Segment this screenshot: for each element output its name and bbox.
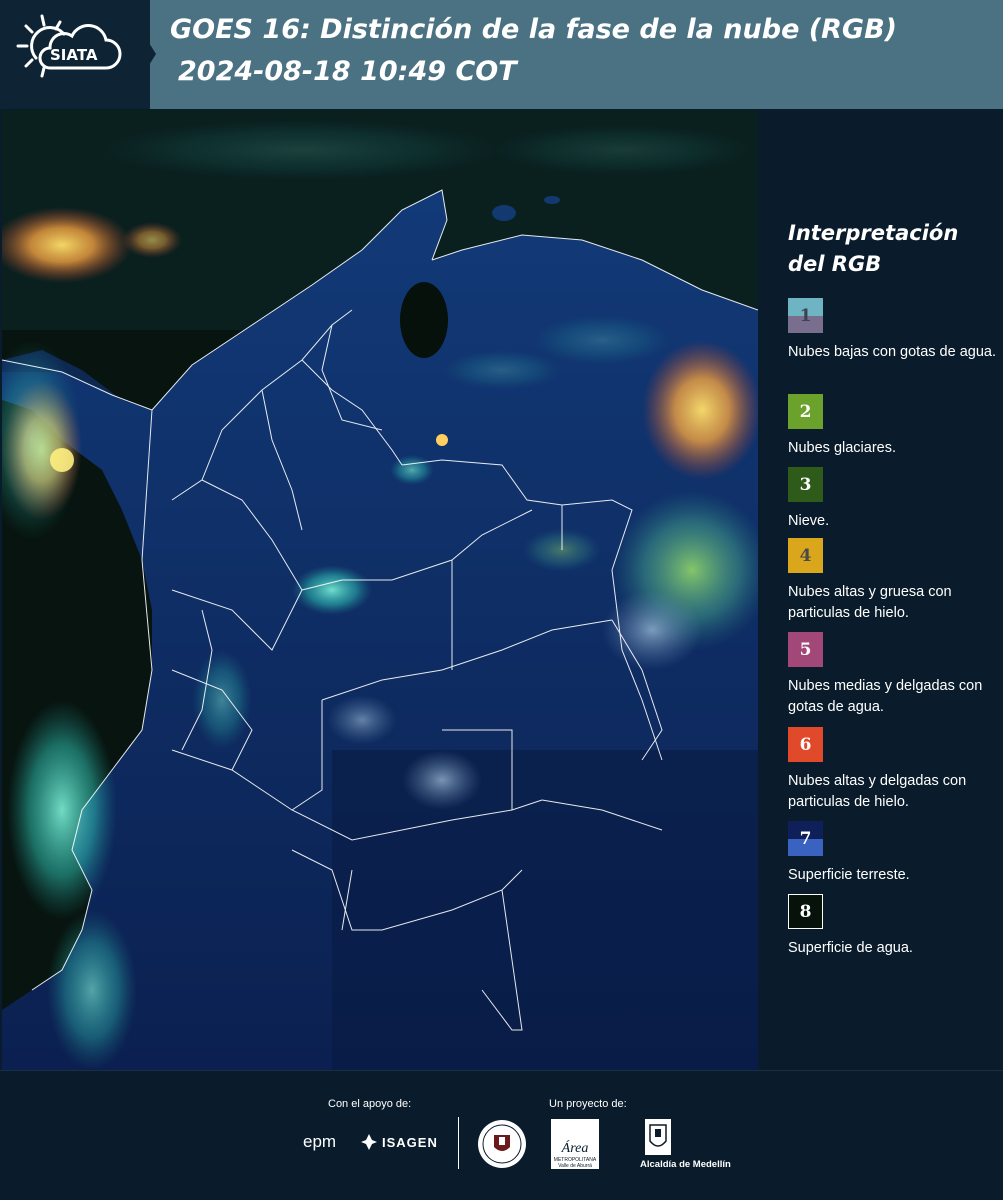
- header-bar: SIATA GOES 16: Distinción de la fase de …: [0, 0, 1003, 109]
- legend-item-6: 6 Nubes altas y delgadas con particulas …: [788, 727, 1000, 813]
- legend-number-5: 5: [799, 639, 812, 660]
- page-title: GOES 16: Distinción de la fase de la nub…: [170, 14, 897, 45]
- legend-swatch-2: 2: [788, 394, 823, 429]
- legend-number-3: 3: [799, 474, 812, 495]
- legend-number-6: 6: [799, 734, 812, 755]
- island-aruba: [492, 205, 516, 221]
- legend-item-5: 5 Nubes medias y delgadas con gotas de a…: [788, 632, 1000, 718]
- legend-item-8: 8 Superficie de agua.: [788, 894, 1000, 959]
- page-timestamp: 2024-08-18 10:49 COT: [178, 56, 517, 87]
- legend-item-1: 1 Nubes bajas con gotas de agua.: [788, 298, 1000, 363]
- legend-swatch-3: 3: [788, 467, 823, 502]
- isagen-logo: ISAGEN: [382, 1135, 438, 1150]
- island-curacao: [544, 196, 560, 204]
- alcaldia-shield-icon: [645, 1119, 671, 1155]
- support-label: Con el apoyo de:: [328, 1098, 412, 1110]
- legend-label-1: Nubes bajas con gotas de agua.: [788, 344, 996, 360]
- satellite-map[interactable]: [2, 110, 758, 1070]
- isagen-mark-icon: [361, 1134, 377, 1150]
- project-label: Un proyecto de:: [549, 1098, 627, 1110]
- legend-swatch-6: 6: [788, 727, 823, 762]
- area-logo-text: Área: [561, 1141, 589, 1156]
- footer-bar: Con el apoyo de: Un proyecto de: epm ISA…: [0, 1070, 1003, 1200]
- logo-arrow-shape: [122, 0, 156, 108]
- epm-logo: epm: [303, 1132, 337, 1151]
- legend-label-7: Superficie terreste.: [788, 867, 910, 883]
- legend-title: Interpretación del RGB: [788, 218, 958, 280]
- legend-number-2: 2: [799, 401, 812, 422]
- legend-title-line1: Interpretación: [788, 221, 959, 245]
- legend-label-5: Nubes medias y delgadas con gotas de agu…: [788, 678, 983, 715]
- legend-label-8: Superficie de agua.: [788, 940, 913, 956]
- legend-swatch-1: 1: [788, 298, 823, 333]
- legend-label-6: Nubes altas y delgadas con particulas de…: [788, 773, 967, 810]
- lake-maracaibo: [400, 282, 448, 358]
- legend-label-2: Nubes glaciares.: [788, 440, 896, 456]
- legend-item-7: 7 Superficie terreste.: [788, 821, 1000, 886]
- legend-label-4: Nubes altas y gruesa con particulas de h…: [788, 584, 952, 621]
- university-seal-icon: [478, 1120, 526, 1168]
- legend-swatch-5: 5: [788, 632, 823, 667]
- legend-item-2: 2 Nubes glaciares.: [788, 394, 1000, 459]
- siata-logo-text: SIATA: [50, 46, 98, 64]
- alcaldia-logo-text: Alcaldía de Medellín: [640, 1159, 731, 1170]
- legend-number-4: 4: [799, 545, 812, 566]
- legend-title-line2: del RGB: [788, 252, 882, 276]
- amazon-region: [332, 750, 758, 1070]
- legend-label-3: Nieve.: [788, 513, 830, 529]
- legend-number-7: 7: [799, 828, 812, 849]
- area-logo-subtext: METROPOLITANA Valle de Aburrá: [553, 1157, 597, 1169]
- legend-number-1: 1: [799, 305, 812, 326]
- legend-number-8: 8: [799, 901, 812, 922]
- legend-swatch-4: 4: [788, 538, 823, 573]
- rgb-composite-image: [2, 110, 758, 1070]
- legend-item-4: 4 Nubes altas y gruesa con particulas de…: [788, 538, 1000, 624]
- footer-divider: [458, 1117, 459, 1169]
- legend-swatch-7: 7: [788, 821, 823, 856]
- legend-panel: Interpretación del RGB 1 Nubes bajas con…: [760, 110, 1003, 1070]
- legend-swatch-8: 8: [788, 894, 823, 929]
- legend-item-3: 3 Nieve.: [788, 467, 1000, 532]
